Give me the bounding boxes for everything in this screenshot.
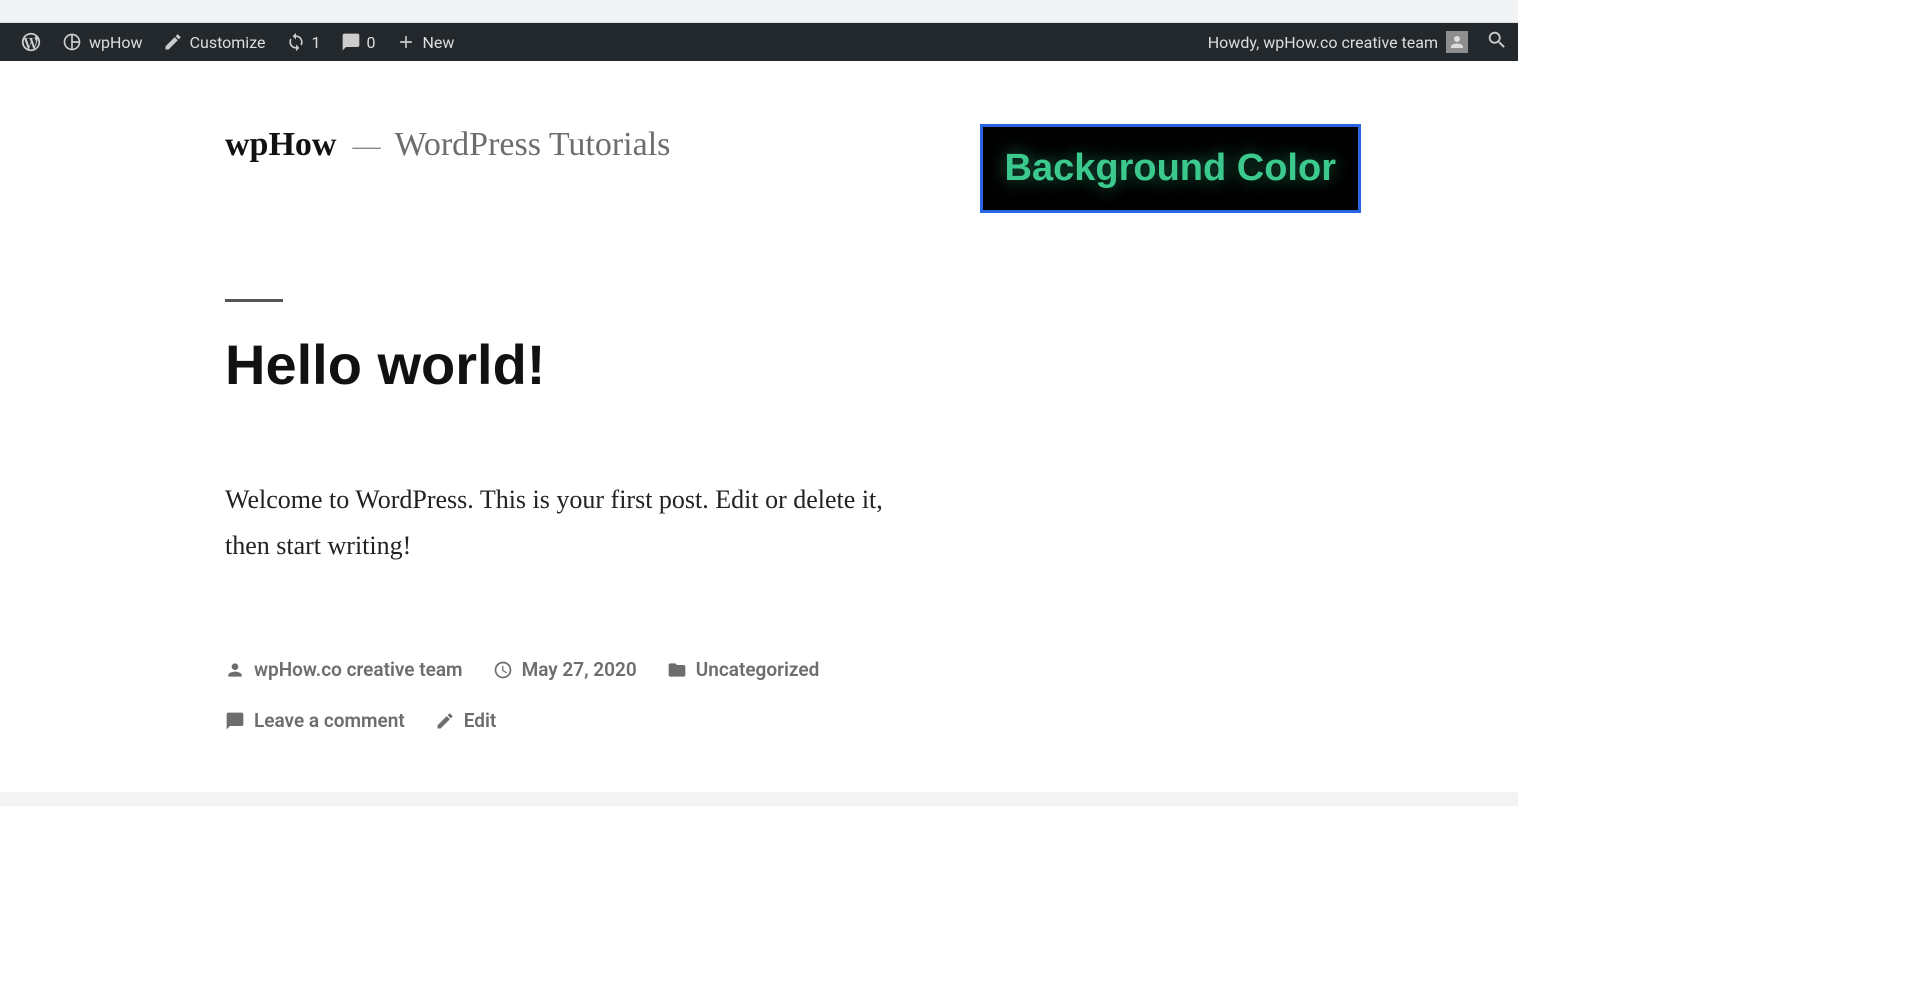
title-separator: — <box>352 131 378 162</box>
site-title-link[interactable]: wpHow <box>225 126 336 163</box>
updates-icon <box>286 32 306 52</box>
post-date-link[interactable]: May 27, 2020 <box>493 658 637 681</box>
post-body: Welcome to WordPress. This is your first… <box>225 477 885 568</box>
comment-icon <box>225 711 245 731</box>
post-category-link[interactable]: Uncategorized <box>667 658 820 681</box>
customize-menu[interactable]: Customize <box>153 23 276 61</box>
edit-icon <box>435 711 455 731</box>
folder-icon <box>667 660 687 680</box>
plus-icon <box>396 32 416 52</box>
post-edit-link[interactable]: Edit <box>435 709 497 732</box>
admin-search-button[interactable] <box>1486 29 1508 55</box>
customize-icon <box>163 32 183 52</box>
new-label: New <box>423 33 455 52</box>
comments-count: 0 <box>367 33 376 52</box>
person-icon <box>225 660 245 680</box>
post-title-link[interactable]: Hello world! <box>225 332 1478 397</box>
post-category-label: Uncategorized <box>696 658 820 681</box>
background-color-callout: Background Color <box>980 124 1361 213</box>
avatar-icon <box>1446 31 1468 53</box>
updates-count: 1 <box>312 33 321 52</box>
post-edit-label: Edit <box>464 709 497 732</box>
page-footer-area <box>0 792 1518 806</box>
howdy-text: Howdy, wpHow.co creative team <box>1208 33 1438 52</box>
clock-icon <box>493 660 513 680</box>
site-name-menu[interactable]: wpHow <box>52 23 153 61</box>
comments-menu[interactable]: 0 <box>331 23 386 61</box>
dashboard-icon <box>62 32 82 52</box>
post-divider <box>225 299 283 302</box>
search-icon <box>1486 29 1508 51</box>
site-description: WordPress Tutorials <box>394 126 670 163</box>
browser-chrome-bar <box>0 0 1518 23</box>
post-author-link[interactable]: wpHow.co creative team <box>225 658 463 681</box>
post-comments-link[interactable]: Leave a comment <box>225 709 405 732</box>
wordpress-icon <box>20 31 42 53</box>
post-author-label: wpHow.co creative team <box>254 658 463 681</box>
post-meta: wpHow.co creative team May 27, 2020 Unca… <box>225 658 1025 732</box>
new-content-menu[interactable]: New <box>386 23 465 61</box>
wp-admin-bar: wpHow Customize 1 0 New Howdy, wpHow.co … <box>0 23 1518 61</box>
post-date-label: May 27, 2020 <box>522 658 637 681</box>
updates-menu[interactable]: 1 <box>276 23 331 61</box>
wp-logo-menu[interactable] <box>10 23 52 61</box>
post-comments-label: Leave a comment <box>254 709 405 732</box>
comment-icon <box>341 32 361 52</box>
callout-text: Background Color <box>1005 147 1336 189</box>
customize-label: Customize <box>190 33 266 52</box>
site-name-label: wpHow <box>89 33 143 52</box>
account-menu[interactable]: Howdy, wpHow.co creative team <box>1198 23 1472 61</box>
